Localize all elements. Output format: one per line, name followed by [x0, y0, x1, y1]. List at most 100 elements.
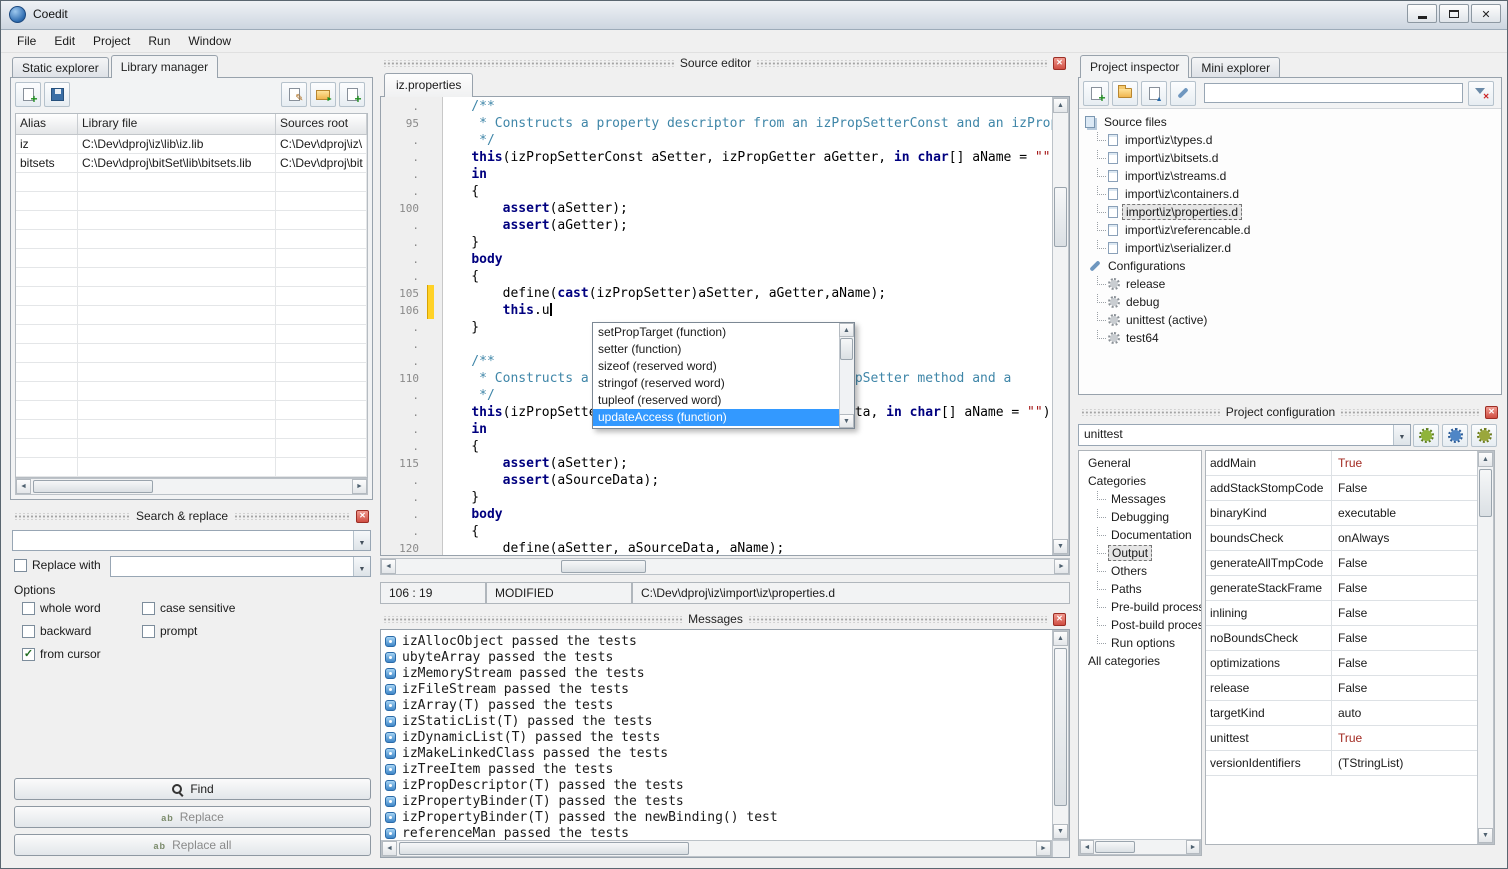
replace-term-combobox[interactable]	[110, 556, 371, 577]
scroll-thumb[interactable]	[1479, 469, 1492, 517]
tree-item-others[interactable]: Others	[1079, 562, 1201, 580]
code-line[interactable]: . this(izPropSetterConst aSetter, izProp…	[381, 149, 1052, 166]
scroll-right-button[interactable]	[1054, 559, 1069, 574]
filter-input[interactable]	[1204, 83, 1463, 103]
right-tab-mini-explorer[interactable]: Mini explorer	[1191, 57, 1280, 78]
project-tree[interactable]: Source filesimport\iz\types.dimport\iz\b…	[1079, 108, 1501, 394]
scroll-thumb[interactable]	[1095, 841, 1135, 853]
property-row-optimizations[interactable]: optimizationsFalse	[1206, 651, 1477, 676]
close-button[interactable]	[1471, 4, 1501, 23]
scroll-down-button[interactable]	[1478, 828, 1493, 843]
config-tools-1-button[interactable]	[1413, 424, 1439, 447]
code-line[interactable]: 105 define(cast(izPropSetter)aSetter, aG…	[381, 285, 1052, 302]
tree-item-categories[interactable]: Categories	[1079, 472, 1201, 490]
titlebar[interactable]: Coedit	[0, 0, 1508, 30]
message-item[interactable]: izFileStream passed the tests	[381, 681, 1052, 697]
option-whole-word[interactable]: whole word	[22, 601, 142, 615]
autocomplete-scrollbar[interactable]	[839, 323, 854, 428]
tree-item-post-build-process[interactable]: Post-build process	[1079, 616, 1201, 634]
tree-item-documentation[interactable]: Documentation	[1079, 526, 1201, 544]
move-source-button[interactable]	[1141, 81, 1167, 106]
scroll-down-button[interactable]	[1053, 539, 1068, 554]
property-row-targetkind[interactable]: targetKindauto	[1206, 701, 1477, 726]
property-row-generatealltmpcode[interactable]: generateAllTmpCodeFalse	[1206, 551, 1477, 576]
dropdown-button[interactable]	[353, 557, 370, 576]
property-row-boundscheck[interactable]: boundsCheckonAlways	[1206, 526, 1477, 551]
scroll-thumb[interactable]	[399, 842, 689, 855]
right-tab-project-inspector[interactable]: Project inspector	[1080, 55, 1189, 78]
code-line[interactable]: . /**	[381, 98, 1052, 115]
completion-item[interactable]: stringof (reserved word)	[593, 375, 839, 392]
tree-item-source-files[interactable]: Source files	[1079, 113, 1501, 131]
tree-item-messages[interactable]: Messages	[1079, 490, 1201, 508]
tree-item-release[interactable]: release	[1079, 275, 1501, 293]
message-item[interactable]: ubyteArray passed the tests	[381, 649, 1052, 665]
property-row-release[interactable]: releaseFalse	[1206, 676, 1477, 701]
tree-item-pre-build-process[interactable]: Pre-build process	[1079, 598, 1201, 616]
add-library-from-project-button[interactable]	[339, 82, 365, 107]
menu-project[interactable]: Project	[84, 31, 139, 51]
message-item[interactable]: izArray(T) passed the tests	[381, 697, 1052, 713]
code-line[interactable]: . body	[381, 506, 1052, 523]
message-item[interactable]: izPropertyBinder(T) passed the tests	[381, 793, 1052, 809]
tree-item-configurations[interactable]: Configurations	[1079, 257, 1501, 275]
scroll-right-button[interactable]	[1186, 840, 1200, 854]
code-line[interactable]: . }	[381, 234, 1052, 251]
code-line[interactable]: 106 this.u	[381, 302, 1052, 319]
tree-item-import-iz-containers-d[interactable]: import\iz\containers.d	[1079, 185, 1501, 203]
message-item[interactable]: izMakeLinkedClass passed the tests	[381, 745, 1052, 761]
left-tab-static-explorer[interactable]: Static explorer	[12, 57, 109, 78]
code-line[interactable]: 95 * Constructs a property descriptor fr…	[381, 115, 1052, 132]
scroll-thumb[interactable]	[561, 560, 646, 573]
property-row-generatestackframe[interactable]: generateStackFrameFalse	[1206, 576, 1477, 601]
dropdown-button[interactable]	[353, 531, 370, 550]
configuration-combobox[interactable]: unittest	[1078, 424, 1411, 446]
replace-all-button[interactable]: Replace all	[14, 834, 371, 856]
scroll-thumb[interactable]	[840, 338, 853, 360]
option-case-sensitive[interactable]: case sensitive	[142, 601, 312, 615]
code-line[interactable]: 120 define(aSetter, aSourceData, aName);	[381, 540, 1052, 555]
option-from-cursor[interactable]: from cursor	[22, 647, 142, 661]
scroll-up-button[interactable]	[839, 323, 854, 337]
editor-hscrollbar[interactable]	[380, 558, 1070, 575]
code-line[interactable]: . }	[381, 489, 1052, 506]
properties-vscrollbar[interactable]	[1477, 451, 1494, 844]
tree-item-test64[interactable]: test64	[1079, 329, 1501, 347]
scroll-right-button[interactable]	[1036, 841, 1051, 856]
scroll-down-button[interactable]	[839, 414, 854, 428]
library-table[interactable]: AliasLibrary fileSources root izC:\Dev\d…	[15, 113, 368, 478]
scroll-right-button[interactable]	[352, 479, 367, 494]
left-tab-library-manager[interactable]: Library manager	[111, 55, 218, 78]
editor-vscrollbar[interactable]	[1052, 97, 1069, 555]
open-library-folder-button[interactable]	[310, 82, 336, 107]
message-item[interactable]: izDynamicList(T) passed the tests	[381, 729, 1052, 745]
maximize-button[interactable]	[1439, 4, 1469, 23]
tree-item-import-iz-streams-d[interactable]: import\iz\streams.d	[1079, 167, 1501, 185]
code-line[interactable]: . assert(aGetter);	[381, 217, 1052, 234]
tree-item-unittest-active[interactable]: unittest (active)	[1079, 311, 1501, 329]
scroll-left-button[interactable]	[16, 479, 31, 494]
completion-item[interactable]: updateAccess (function)	[593, 409, 839, 426]
property-row-addstackstompcode[interactable]: addStackStompCodeFalse	[1206, 476, 1477, 501]
code-line[interactable]: . body	[381, 251, 1052, 268]
code-line[interactable]: . {	[381, 438, 1052, 455]
message-item[interactable]: izStaticList(T) passed the tests	[381, 713, 1052, 729]
messages-vscrollbar[interactable]	[1052, 630, 1069, 840]
code-line[interactable]: . {	[381, 268, 1052, 285]
dropdown-button[interactable]	[1393, 425, 1410, 445]
table-row[interactable]: bitsetsC:\Dev\dproj\bitSet\lib\bitsets.l…	[16, 154, 367, 173]
code-line[interactable]: 115 assert(aSetter);	[381, 455, 1052, 472]
search-term-combobox[interactable]	[12, 530, 371, 551]
code-line[interactable]: . {	[381, 523, 1052, 540]
add-folder-button[interactable]	[1112, 81, 1138, 106]
menu-file[interactable]: File	[8, 31, 45, 51]
close-panel-button[interactable]	[1053, 57, 1066, 70]
clear-filter-button[interactable]	[1468, 81, 1494, 106]
minimize-button[interactable]	[1407, 4, 1437, 23]
inspector-settings-button[interactable]	[1170, 81, 1196, 106]
categories-hscrollbar[interactable]	[1079, 839, 1201, 855]
scroll-thumb[interactable]	[33, 480, 153, 493]
replace-with-checkbox[interactable]: Replace with	[14, 558, 101, 572]
message-item[interactable]: izPropDescriptor(T) passed the tests	[381, 777, 1052, 793]
close-panel-button[interactable]	[356, 510, 369, 523]
